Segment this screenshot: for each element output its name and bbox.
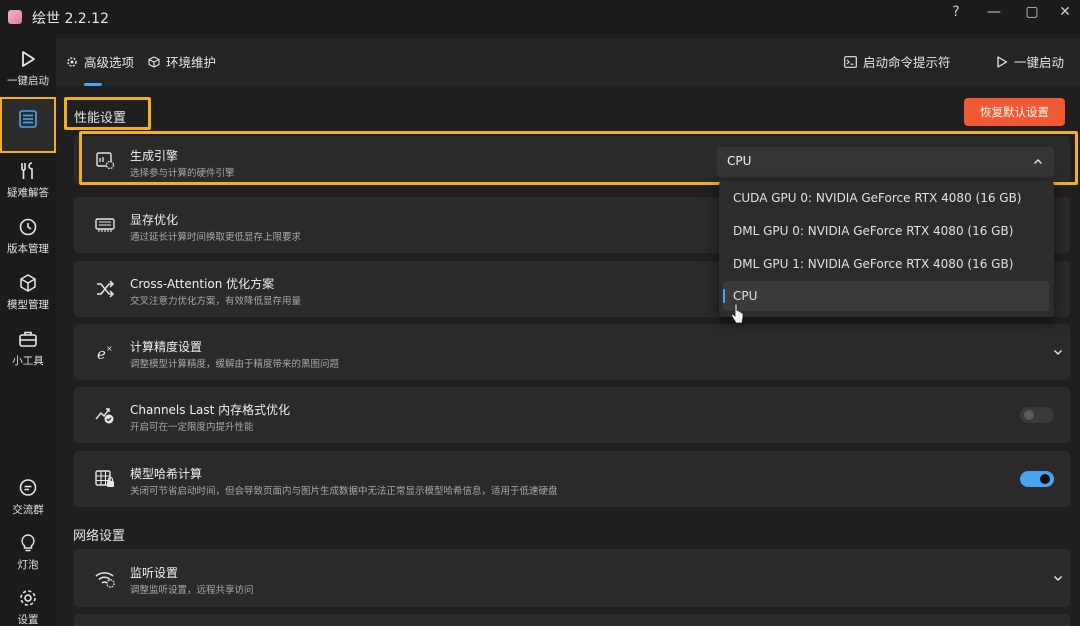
chevron-down-icon[interactable] — [1052, 572, 1064, 584]
nav-label-bulb: 灯泡 — [17, 559, 39, 571]
package-icon — [148, 55, 160, 68]
list-icon — [19, 110, 37, 128]
hash-subtitle: 关闭可节省启动时间，但会导致页面内与图片生成数据中无法正常显示模型哈希信息，适用… — [130, 486, 558, 497]
title-bar: 绘世 2.2.12 ? — ▢ ✕ — [0, 0, 1080, 34]
nav-item-troubleshoot[interactable]: 疑难解答 — [0, 160, 56, 200]
engine-option-dml0[interactable]: DML GPU 0: NVIDIA GeForce RTX 4080 (16 G… — [719, 216, 1054, 246]
engine-option-cuda0[interactable]: CUDA GPU 0: NVIDIA GeForce RTX 4080 (16 … — [719, 183, 1054, 213]
nav-label-settings: 设置 — [17, 614, 39, 626]
bulb-icon — [21, 534, 35, 552]
nav-item-community[interactable]: 交流群 — [0, 477, 56, 517]
channels-last-card: Channels Last 内存格式优化 开启可在一定限度内提升性能 — [74, 387, 1070, 443]
mouse-cursor-icon — [730, 303, 744, 324]
nav-label-launch: 一键启动 — [7, 75, 49, 87]
nav-item-advanced[interactable] — [0, 108, 56, 130]
cmd-prompt-button[interactable]: 启动命令提示符 — [844, 52, 951, 71]
tab-advanced[interactable]: 高级选项 — [66, 52, 134, 71]
toggle-knob — [1024, 410, 1034, 420]
xattn-subtitle: 交叉注意力优化方案，有效降低显存用量 — [130, 296, 302, 307]
engine-card-highlight — [79, 131, 1078, 185]
toolbox-icon — [19, 331, 37, 347]
toggle-knob — [1040, 474, 1050, 484]
engine-option-cpu[interactable]: CPU — [723, 281, 1049, 311]
channels-title: Channels Last 内存格式优化 — [130, 403, 291, 417]
maximize-button[interactable]: ▢ — [1022, 2, 1042, 22]
nav-label-community: 交流群 — [12, 504, 44, 516]
svg-text:e: e — [97, 345, 106, 363]
launch-button[interactable]: 一键启动 — [996, 52, 1064, 71]
nav-item-tools[interactable]: 小工具 — [0, 328, 56, 368]
gear-icon — [20, 590, 36, 606]
trend-check-icon — [95, 408, 114, 424]
next-card-partial — [74, 614, 1070, 626]
play-icon — [997, 55, 1008, 68]
left-nav: 一键启动 疑难解答 版本管理 模型管理 小工具 交流群 灯泡 设置 — [0, 34, 56, 626]
nav-item-settings[interactable]: 设置 — [0, 587, 56, 626]
play-icon — [22, 51, 35, 67]
nav-item-bulb[interactable]: 灯泡 — [0, 532, 56, 572]
precision-subtitle: 调整模型计算精度，缓解由于精度带来的黑图问题 — [130, 359, 340, 370]
help-button[interactable]: ? — [946, 2, 966, 22]
memory-icon — [95, 218, 115, 232]
tab-env[interactable]: 环境维护 — [148, 52, 216, 71]
listen-card[interactable]: 监听设置 调整监听设置，远程共享访问 — [74, 549, 1070, 607]
nav-label-tools: 小工具 — [12, 355, 44, 367]
nav-label-models: 模型管理 — [7, 299, 49, 311]
nav-item-models[interactable]: 模型管理 — [0, 272, 56, 312]
nav-item-version[interactable]: 版本管理 — [0, 216, 56, 256]
tab-env-label: 环境维护 — [166, 55, 217, 70]
precision-card[interactable]: e × 计算精度设置 调整模型计算精度，缓解由于精度带来的黑图问题 — [74, 324, 1070, 380]
listen-title: 监听设置 — [130, 566, 179, 580]
tabs-bar: 高级选项 环境维护 启动命令提示符 一键启动 — [56, 38, 1080, 86]
launch-label: 一键启动 — [1014, 55, 1065, 70]
model-hash-card: 模型哈希计算 关闭可节省启动时间，但会导致页面内与图片生成数据中无法正常显示模型… — [74, 451, 1070, 507]
wifi-gear-icon — [95, 572, 115, 588]
window-title: 绘世 2.2.12 — [32, 11, 109, 27]
xattn-title: Cross-Attention 优化方案 — [130, 277, 275, 291]
network-section-title: 网络设置 — [73, 529, 126, 544]
listen-subtitle: 调整监听设置，远程共享访问 — [130, 585, 254, 596]
shuffle-icon — [97, 280, 115, 298]
app-logo-icon — [8, 10, 22, 24]
vram-title: 显存优化 — [130, 213, 179, 227]
section-title-highlight — [64, 97, 151, 130]
terminal-icon — [844, 55, 857, 68]
wrench-icon — [21, 162, 33, 179]
precision-title: 计算精度设置 — [130, 340, 203, 354]
chevron-down-icon[interactable] — [1052, 346, 1064, 358]
channels-last-toggle[interactable] — [1020, 407, 1054, 423]
engine-dropdown: CUDA GPU 0: NVIDIA GeForce RTX 4080 (16 … — [719, 181, 1054, 317]
tab-active-indicator — [84, 83, 102, 86]
channels-subtitle: 开启可在一定限度内提升性能 — [130, 422, 254, 433]
hash-title: 模型哈希计算 — [130, 467, 203, 481]
reset-defaults-button[interactable]: 恢复默认设置 — [964, 98, 1065, 126]
gear-icon — [67, 56, 77, 67]
table-lock-icon — [95, 470, 114, 487]
close-button[interactable]: ✕ — [1055, 2, 1075, 22]
cmd-prompt-label: 启动命令提示符 — [863, 55, 951, 70]
model-hash-toggle[interactable] — [1020, 471, 1054, 487]
nav-label-troubleshoot: 疑难解答 — [7, 187, 49, 199]
vram-subtitle: 通过延长计算时间换取更低显存上限要求 — [130, 232, 302, 243]
minimize-button[interactable]: — — [984, 2, 1004, 22]
nav-item-launch[interactable]: 一键启动 — [0, 48, 56, 88]
svg-text:×: × — [106, 344, 113, 353]
nav-label-version: 版本管理 — [7, 243, 49, 255]
engine-option-dml1[interactable]: DML GPU 1: NVIDIA GeForce RTX 4080 (16 G… — [719, 249, 1054, 279]
cube-icon — [20, 274, 36, 292]
exponent-icon: e × — [97, 344, 113, 363]
tab-advanced-label: 高级选项 — [84, 55, 135, 70]
clock-icon — [19, 218, 37, 236]
chat-icon — [19, 479, 37, 496]
